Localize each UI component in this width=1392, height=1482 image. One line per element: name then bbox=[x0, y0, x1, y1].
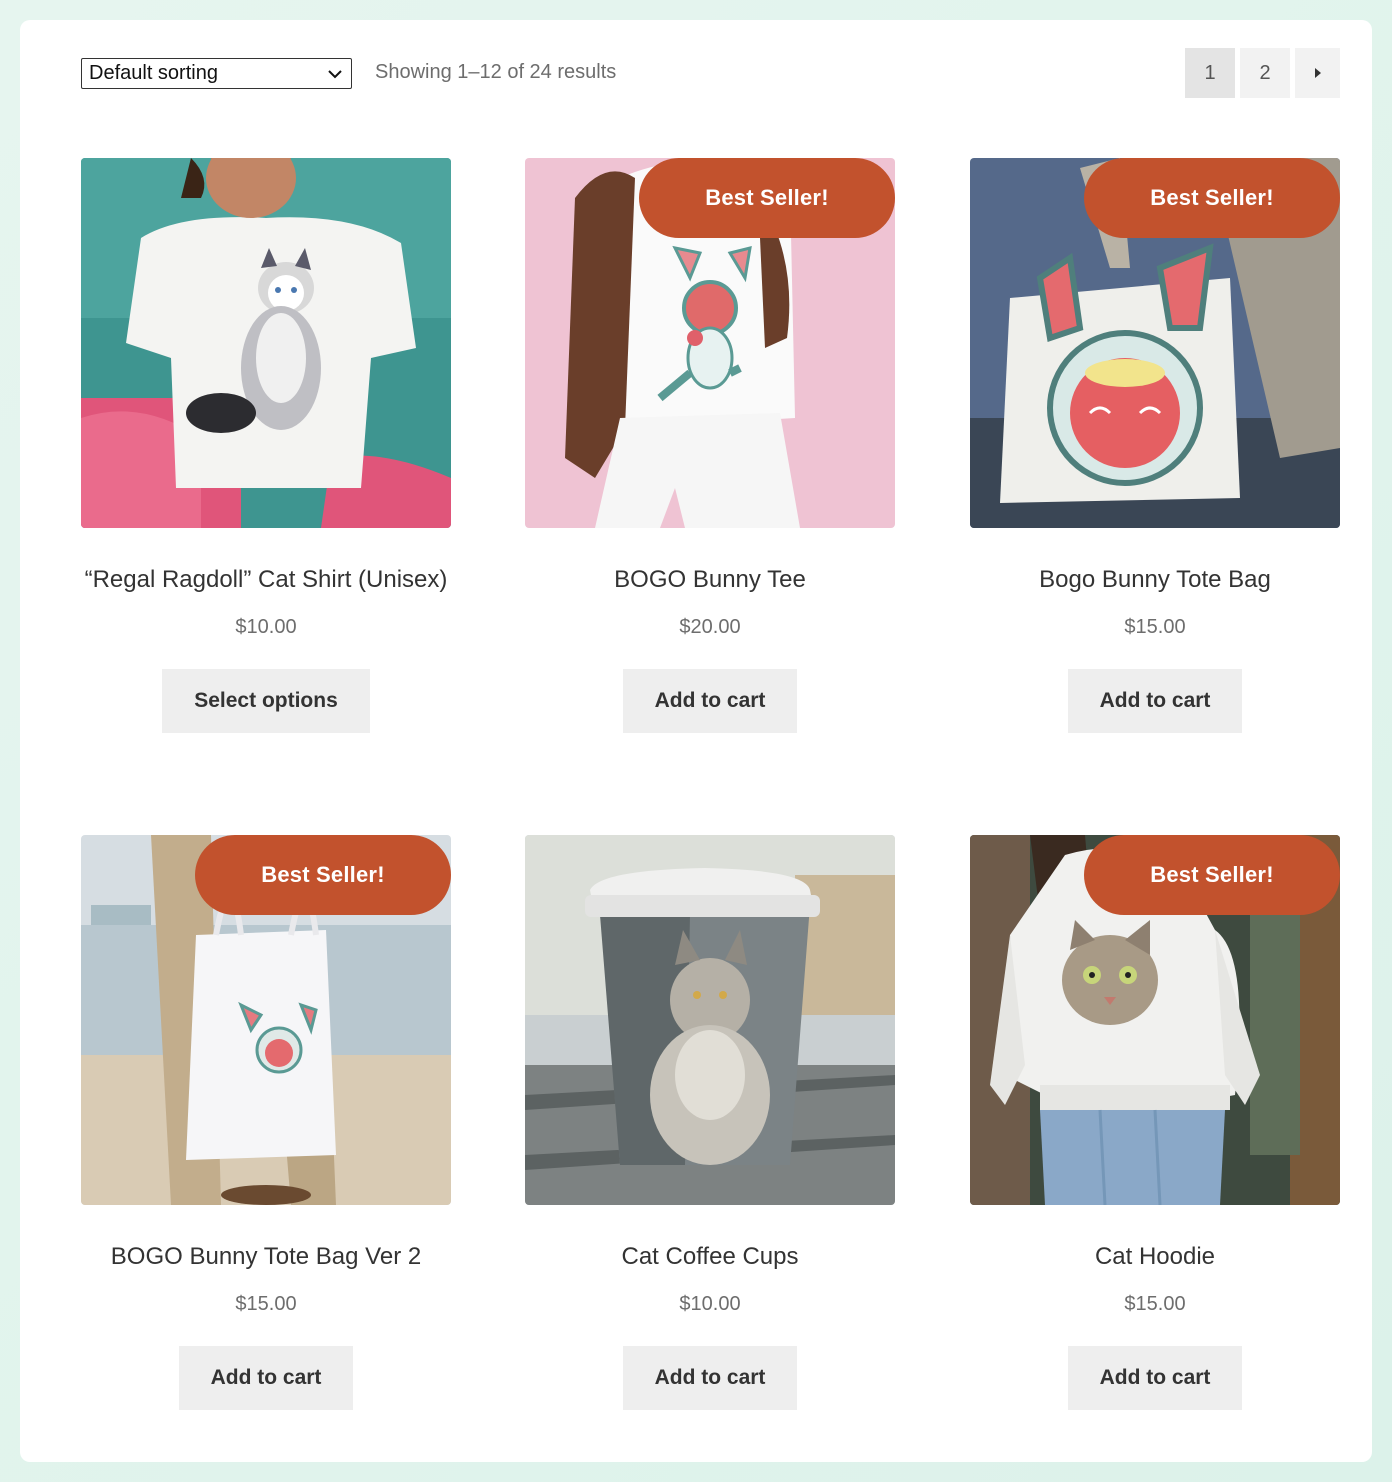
product-image[interactable]: Best Seller! bbox=[81, 835, 451, 1205]
product-card: “Regal Ragdoll” Cat Shirt (Unisex) $10.0… bbox=[81, 158, 451, 733]
product-card: Best Seller! Bogo Bunny Tote Bag $15.00 … bbox=[970, 158, 1340, 733]
best-seller-badge: Best Seller! bbox=[195, 835, 451, 915]
product-title[interactable]: BOGO Bunny Tee bbox=[525, 566, 895, 594]
sort-select[interactable]: Default sorting bbox=[81, 58, 352, 89]
add-to-cart-button[interactable]: Add to cart bbox=[622, 669, 798, 733]
product-card: Best Seller! BOGO Bunny Tee $20.00 Add t… bbox=[525, 158, 895, 733]
cat-coffee-cup-image bbox=[525, 835, 895, 1205]
ragdoll-shirt-image bbox=[81, 158, 451, 528]
product-title[interactable]: BOGO Bunny Tote Bag Ver 2 bbox=[81, 1243, 451, 1271]
product-title[interactable]: Cat Hoodie bbox=[970, 1243, 1340, 1271]
product-title[interactable]: Cat Coffee Cups bbox=[525, 1243, 895, 1271]
best-seller-badge: Best Seller! bbox=[1084, 158, 1340, 238]
product-price: $15.00 bbox=[1124, 1293, 1186, 1315]
product-image[interactable] bbox=[525, 835, 895, 1205]
result-count: Showing 1–12 of 24 results bbox=[375, 61, 617, 83]
page-1-button[interactable]: 1 bbox=[1185, 48, 1235, 98]
product-image[interactable]: Best Seller! bbox=[970, 158, 1340, 528]
shop-panel: Default sorting Showing 1–12 of 24 resul… bbox=[20, 20, 1372, 1462]
product-card: Best Seller! Cat Hoodie $15.00 Add to ca… bbox=[970, 835, 1340, 1410]
page-2-button[interactable]: 2 bbox=[1240, 48, 1290, 98]
product-image[interactable]: Best Seller! bbox=[970, 835, 1340, 1205]
product-price: $15.00 bbox=[1124, 616, 1186, 638]
best-seller-badge: Best Seller! bbox=[639, 158, 895, 238]
select-options-button[interactable]: Select options bbox=[162, 669, 370, 733]
best-seller-badge: Best Seller! bbox=[1084, 835, 1340, 915]
product-image[interactable]: Best Seller! bbox=[525, 158, 895, 528]
add-to-cart-button[interactable]: Add to cart bbox=[1067, 669, 1243, 733]
product-title[interactable]: Bogo Bunny Tote Bag bbox=[970, 566, 1340, 594]
product-price: $10.00 bbox=[679, 1293, 741, 1315]
pagination: 1 2 bbox=[1185, 48, 1340, 98]
sort-select-value: Default sorting bbox=[89, 62, 218, 84]
shop-toolbar: Default sorting Showing 1–12 of 24 resul… bbox=[81, 48, 1340, 109]
product-price: $10.00 bbox=[235, 616, 297, 638]
next-page-button[interactable] bbox=[1295, 48, 1340, 98]
add-to-cart-button[interactable]: Add to cart bbox=[178, 1346, 354, 1410]
add-to-cart-button[interactable]: Add to cart bbox=[622, 1346, 798, 1410]
arrow-right-icon bbox=[1314, 68, 1321, 78]
product-price: $15.00 bbox=[235, 1293, 297, 1315]
product-title[interactable]: “Regal Ragdoll” Cat Shirt (Unisex) bbox=[81, 566, 451, 594]
chevron-down-icon bbox=[328, 70, 342, 79]
product-price: $20.00 bbox=[679, 616, 741, 638]
product-card: Cat Coffee Cups $10.00 Add to cart bbox=[525, 835, 895, 1410]
product-card: Best Seller! BOGO Bunny Tote Bag Ver 2 $… bbox=[81, 835, 451, 1410]
add-to-cart-button[interactable]: Add to cart bbox=[1067, 1346, 1243, 1410]
product-image[interactable] bbox=[81, 158, 451, 528]
